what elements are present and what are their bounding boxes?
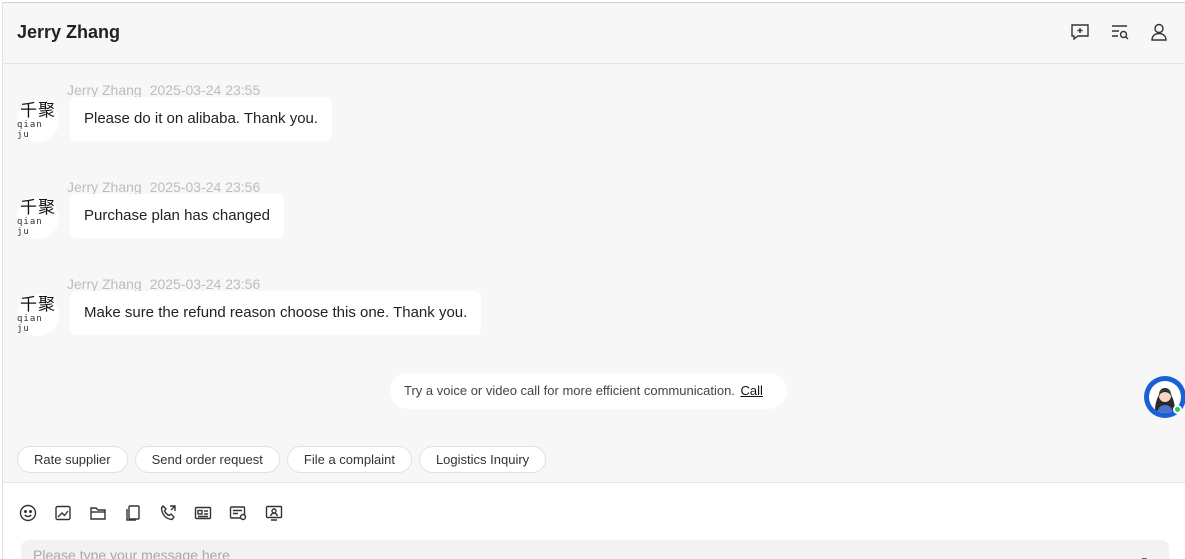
logistics-inquiry-button[interactable]: Logistics Inquiry [418,446,547,473]
chat-header: Jerry Zhang [3,3,1185,64]
message-input[interactable] [21,540,1169,559]
image-icon[interactable] [53,503,73,523]
online-status-dot [1173,405,1182,414]
sender-avatar[interactable]: 千聚 qian ju [17,197,59,239]
send-order-request-button[interactable]: Send order request [134,446,280,473]
support-agent-avatar[interactable] [1144,376,1185,418]
chat-window: Jerry Zhang 千聚 qian ju Jerry Zhang 2025-… [2,2,1185,559]
rate-supplier-button[interactable]: Rate supplier [17,446,128,473]
call-link[interactable]: Call [741,383,763,398]
file-complaint-button[interactable]: File a complaint [286,446,412,473]
message-time: 2025-03-24 23:56 [149,276,261,292]
conversation-title: Jerry Zhang [17,22,121,42]
message-bubble[interactable]: Please do it on alibaba. Thank you. [70,97,333,141]
message-item: 千聚 qian ju Jerry Zhang 2025-03-24 23:55 P… [3,82,1185,162]
avatar-subtext: qian ju [17,216,43,237]
search-messages-icon[interactable] [1109,21,1131,43]
message-composer [3,482,1185,559]
sender-name: Jerry Zhang [67,82,142,98]
copy-icon[interactable] [123,503,143,523]
sender-name: Jerry Zhang [67,179,142,195]
invoice-icon[interactable] [228,503,248,523]
contact-card-icon[interactable] [193,503,213,523]
avatar-logo: 千聚 [20,100,56,121]
avatar-logo: 千聚 [20,197,56,218]
message-time: 2025-03-24 23:56 [149,179,261,195]
resize-handle-icon[interactable] [1139,554,1149,559]
avatar-subtext: qian ju [17,313,43,334]
screen-share-icon[interactable] [264,503,284,523]
message-time: 2025-03-24 23:55 [149,82,261,98]
emoji-icon[interactable] [18,503,38,523]
quick-actions: Rate supplier Send order request File a … [17,446,547,473]
message-meta: Jerry Zhang 2025-03-24 23:55 [67,82,260,98]
message-bubble[interactable]: Purchase plan has changed [70,194,284,238]
message-meta: Jerry Zhang 2025-03-24 23:56 [67,179,260,195]
call-suggestion-notice: Try a voice or video call for more effic… [390,373,787,409]
user-profile-icon[interactable] [1148,21,1170,43]
sender-avatar[interactable]: 千聚 qian ju [17,294,59,336]
message-bubble[interactable]: Make sure the refund reason choose this … [70,291,482,335]
sender-name: Jerry Zhang [67,276,142,292]
message-meta: Jerry Zhang 2025-03-24 23:56 [67,276,260,292]
add-comment-icon[interactable] [1069,21,1091,43]
sender-avatar[interactable]: 千聚 qian ju [17,100,59,142]
message-item: 千聚 qian ju Jerry Zhang 2025-03-24 23:56 M… [3,276,1185,356]
avatar-subtext: qian ju [17,119,43,140]
folder-icon[interactable] [88,503,108,523]
message-item: 千聚 qian ju Jerry Zhang 2025-03-24 23:56 P… [3,179,1185,259]
avatar-logo: 千聚 [20,294,56,315]
phone-call-icon[interactable] [158,503,178,523]
notice-text: Try a voice or video call for more effic… [404,383,735,398]
